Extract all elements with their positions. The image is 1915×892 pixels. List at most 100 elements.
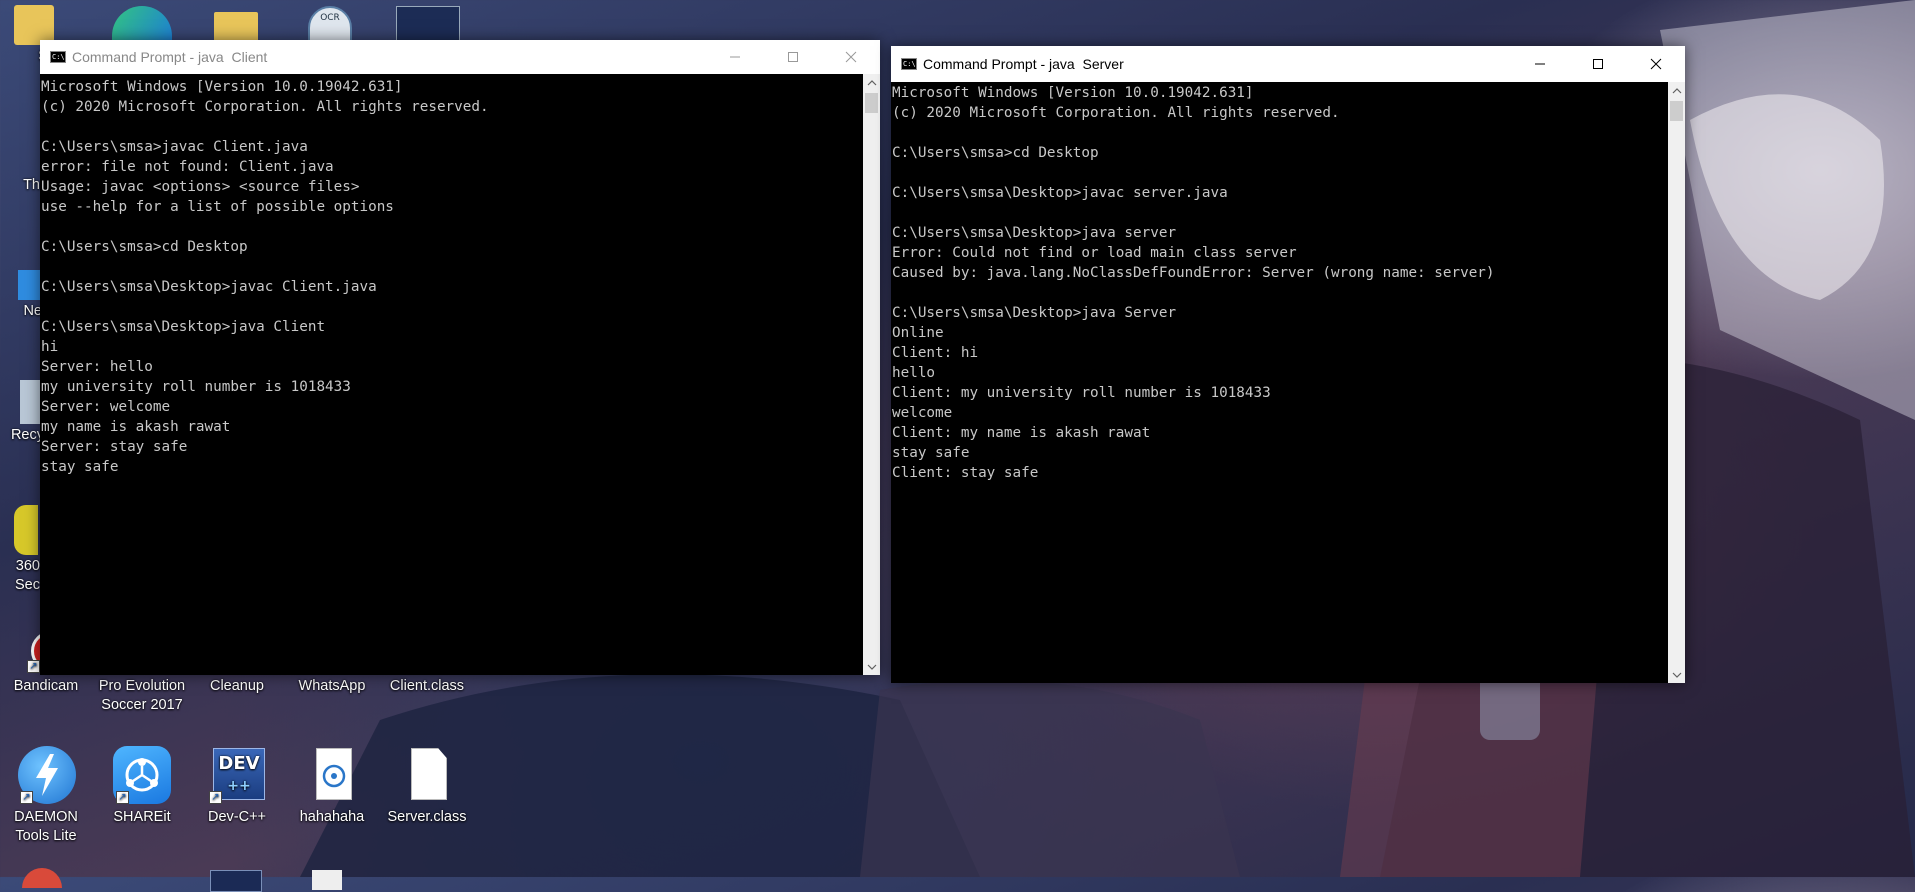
desktop-icon-partial-3[interactable]: Ne — [0, 270, 42, 321]
server-titlebar[interactable]: C:\ Command Prompt - java Server — [891, 46, 1685, 82]
desktop-icon-hahahaha[interactable]: hahahaha — [286, 746, 378, 827]
shareit-icon: ↗ — [112, 746, 172, 806]
client-close-button[interactable] — [822, 40, 880, 74]
desktop-icon-devcpp[interactable]: DEV ++ ↗ Dev-C++ — [191, 746, 283, 827]
scroll-up-button[interactable] — [863, 74, 880, 91]
server-maximize-button[interactable] — [1569, 46, 1627, 82]
console-line: my university roll number is 1018433 — [41, 379, 351, 395]
partial-icon-row — [312, 870, 342, 890]
server-window-title: Command Prompt - java Server — [923, 56, 1124, 72]
desktop-icon-partial-2[interactable]: Th — [0, 176, 40, 195]
client-minimize-button[interactable] — [706, 40, 764, 74]
network-icon — [18, 270, 40, 300]
console-line: Server: welcome — [41, 399, 171, 415]
scroll-down-button[interactable] — [1668, 666, 1685, 683]
console-line: (c) 2020 Microsoft Corporation. All righ… — [892, 105, 1340, 121]
desktop-icon-partial-4[interactable]: Recy — [0, 380, 44, 445]
chevron-down-icon — [867, 664, 876, 670]
console-line: Client: my university roll number is 101… — [892, 385, 1271, 401]
console-line: stay safe — [41, 459, 119, 475]
console-line: Server: hello — [41, 359, 153, 375]
console-line: C:\Users\smsa\Desktop>javac Client.java — [41, 279, 377, 295]
audio-file-icon — [302, 746, 362, 806]
scrollbar-thumb[interactable] — [1670, 101, 1683, 121]
client-output-text: Microsoft Windows [Version 10.0.19042.63… — [40, 74, 863, 477]
console-line: Microsoft Windows [Version 10.0.19042.63… — [41, 79, 403, 95]
close-icon — [845, 51, 857, 63]
console-line: (c) 2020 Microsoft Corporation. All righ… — [41, 99, 489, 115]
scrollbar-thumb[interactable] — [865, 93, 878, 113]
console-line: Usage: javac <options> <source files> — [41, 179, 360, 195]
command-prompt-icon: C:\ — [50, 51, 66, 63]
minimize-icon — [1535, 63, 1545, 65]
server-console-window[interactable]: C:\ Command Prompt - java Server Microso… — [891, 46, 1685, 683]
desktop-icon-daemon-tools[interactable]: ↗ DAEMON Tools Lite — [0, 746, 92, 846]
maximize-icon — [788, 52, 798, 62]
console-line: error: file not found: Client.java — [41, 159, 334, 175]
desktop-icon-label: 360 — [15, 558, 40, 574]
security-360-icon — [14, 505, 38, 555]
server-terminal-output[interactable]: Microsoft Windows [Version 10.0.19042.63… — [891, 82, 1668, 683]
server-minimize-button[interactable] — [1511, 46, 1569, 82]
console-line: C:\Users\smsa\Desktop>javac server.java — [892, 185, 1228, 201]
partial-icon-row — [22, 868, 62, 888]
console-line: C:\Users\smsa>javac Client.java — [41, 139, 308, 155]
console-line: Client: stay safe — [892, 465, 1039, 481]
console-line: Error: Could not find or load main class… — [892, 245, 1297, 261]
console-line: C:\Users\smsa>cd Desktop — [892, 145, 1099, 161]
desktop-icon-label: SHAREit — [113, 809, 171, 825]
desktop-icon-label: hahahaha — [299, 809, 365, 825]
chevron-down-icon — [1672, 672, 1681, 678]
desktop-icon-label: WhatsApp — [298, 678, 366, 694]
desktop-icon-label: Th — [23, 177, 40, 193]
client-window-title: Command Prompt - java Client — [72, 49, 268, 65]
scroll-down-button[interactable] — [863, 658, 880, 675]
desktop-icon-label: Pro Evolution Soccer 2017 — [98, 678, 186, 713]
console-line: my name is akash rawat — [41, 419, 231, 435]
desktop-icon-server-class[interactable]: Server.class — [381, 746, 473, 827]
console-line: hi — [41, 339, 59, 355]
desktop-icon-label: Bandicam — [13, 678, 79, 694]
chevron-up-icon — [867, 79, 876, 85]
client-console-area[interactable]: Microsoft Windows [Version 10.0.19042.63… — [40, 74, 880, 675]
scroll-up-button[interactable] — [1668, 82, 1685, 99]
console-line: stay safe — [892, 445, 970, 461]
minimize-icon — [730, 56, 740, 58]
console-line: Microsoft Windows [Version 10.0.19042.63… — [892, 85, 1254, 101]
desktop-icon-label: Client.class — [389, 678, 465, 694]
desktop-icon-label: DAEMON Tools Lite — [14, 809, 78, 844]
close-icon — [1650, 58, 1662, 70]
console-line: C:\Users\smsa>cd Desktop — [41, 239, 248, 255]
client-terminal-output[interactable]: Microsoft Windows [Version 10.0.19042.63… — [40, 74, 863, 675]
console-line: welcome — [892, 405, 953, 421]
server-console-area[interactable]: Microsoft Windows [Version 10.0.19042.63… — [891, 82, 1685, 683]
console-line: Online — [892, 325, 944, 341]
server-scrollbar[interactable] — [1668, 82, 1685, 683]
folder-icon — [14, 5, 54, 45]
client-scrollbar[interactable] — [863, 74, 880, 675]
console-line: C:\Users\smsa\Desktop>java Client — [41, 319, 326, 335]
desktop-icon-label: Cleanup — [209, 678, 264, 694]
console-line: Client: hi — [892, 345, 979, 361]
devcpp-icon: DEV ++ ↗ — [207, 746, 267, 806]
desktop-icon-label: Sec — [15, 577, 40, 593]
console-line: Caused by: java.lang.NoClassDefFoundErro… — [892, 265, 1495, 281]
console-line: hello — [892, 365, 936, 381]
image-thumbnail-icon — [396, 6, 460, 42]
daemon-tools-icon: ↗ — [16, 746, 76, 806]
server-output-text: Microsoft Windows [Version 10.0.19042.63… — [891, 82, 1668, 483]
desktop-icon-partial-5[interactable]: 360 Sec — [0, 505, 40, 595]
command-prompt-icon: C:\ — [901, 58, 917, 70]
console-line: C:\Users\smsa\Desktop>java Server — [892, 305, 1177, 321]
server-close-button[interactable] — [1627, 46, 1685, 82]
client-titlebar[interactable]: C:\ Command Prompt - java Client — [40, 40, 880, 74]
client-maximize-button[interactable] — [764, 40, 822, 74]
client-console-window[interactable]: C:\ Command Prompt - java Client Microso… — [40, 40, 880, 675]
maximize-icon — [1593, 59, 1603, 69]
desktop-icon-shareit[interactable]: ↗ SHAREit — [96, 746, 188, 827]
